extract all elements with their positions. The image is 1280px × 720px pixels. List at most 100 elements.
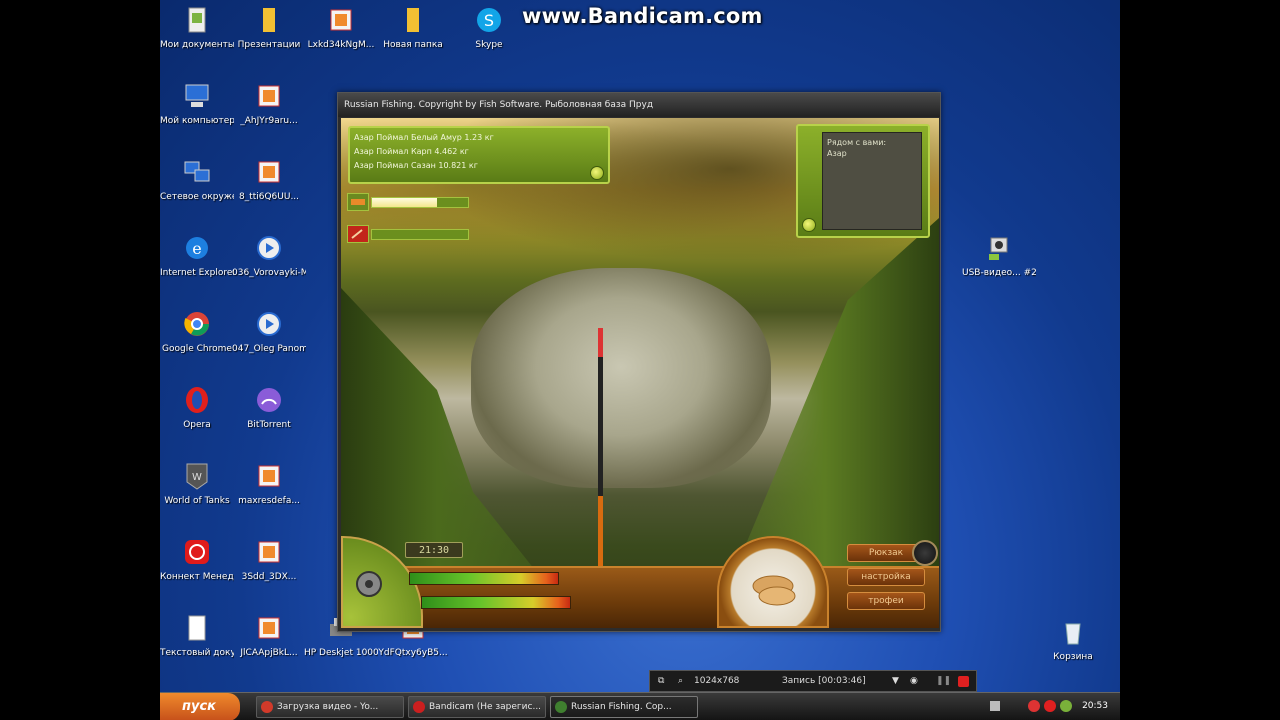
audio-file-icon: [257, 312, 281, 336]
network-icon: [184, 161, 210, 182]
icon-label: Корзина: [1053, 652, 1093, 662]
food-bar-fill: [372, 198, 438, 207]
desktop-icon-connect-manager[interactable]: Коннект Менеджер: [160, 536, 234, 583]
settings-button[interactable]: настройка: [847, 568, 925, 586]
clock[interactable]: 20:53: [1082, 701, 1108, 711]
icon-label: Мои документы: [160, 40, 234, 50]
bandicam-icon: [413, 701, 425, 713]
bottom-hud: 21:30 Рюкзак настройка трофеи: [341, 536, 939, 628]
image-file-icon: [258, 85, 280, 107]
desktop-icon-image-2[interactable]: 8_tti6Q6UU...: [232, 156, 306, 203]
desktop-icon-bittorrent[interactable]: BitTorrent: [232, 384, 306, 431]
start-button[interactable]: пуск: [160, 693, 240, 720]
reel-speed-bar: [421, 596, 571, 609]
task-button-chrome[interactable]: Загрузка видео - Yo...: [256, 696, 404, 718]
bait-bar: [347, 225, 471, 243]
bandicam-toolbar: ⧉ ⌕ 1024x768 Запись [00:03:46] ▼ ◉ ❚❚: [649, 670, 977, 692]
trophies-button[interactable]: трофеи: [847, 592, 925, 610]
window-title[interactable]: Russian Fishing. Copyright by Fish Softw…: [338, 93, 940, 117]
skype-icon: S: [477, 8, 501, 32]
tray-network-icon[interactable]: [1060, 700, 1072, 712]
nearby-toggle-button[interactable]: [802, 218, 816, 232]
desktop-icon-internet-explorer[interactable]: e Internet Explorer: [160, 232, 234, 279]
task-button-russian-fishing[interactable]: Russian Fishing. Cop...: [550, 696, 698, 718]
dropdown-icon[interactable]: ▼: [892, 671, 899, 692]
desktop-icon-text-document[interactable]: Текстовый документ.txt: [160, 612, 234, 659]
desktop-icon-presentations[interactable]: Презентации: [232, 4, 306, 51]
tray-monitor-icon[interactable]: [990, 701, 1000, 711]
tray-record-icon[interactable]: [1028, 700, 1040, 712]
window-mode-icon[interactable]: ⧉: [658, 671, 664, 692]
food-bar: [347, 193, 471, 211]
bittorrent-icon: [257, 388, 281, 412]
desktop-icon-my-documents[interactable]: Мои документы: [160, 4, 234, 51]
bait-slot[interactable]: [717, 536, 829, 628]
desktop-icon-image-6[interactable]: Lxkd34kNgM...: [304, 4, 378, 51]
icon-label: Lxkd34kNgM...: [307, 40, 375, 50]
desktop-icon-image-4[interactable]: 3Sdd_3DX...: [232, 536, 306, 583]
icon-label: JlCAApjBkL...: [240, 648, 298, 658]
fishing-rod[interactable]: [598, 328, 603, 568]
nearby-players-list: Рядом с вами: Азар: [822, 132, 922, 230]
desktop-icon-network[interactable]: Сетевое окружение: [160, 156, 234, 203]
icon-label: Текстовый документ.txt: [160, 648, 234, 658]
magnifier-icon[interactable]: ⌕: [678, 671, 683, 692]
desktop-icon-usb-video[interactable]: USB-видео... #2: [962, 232, 1036, 279]
folder-icon: [407, 8, 419, 32]
task-label: Russian Fishing. Cop...: [571, 702, 672, 712]
desktop-icon-audio-2[interactable]: 047_Oleg Panomov - ...: [232, 308, 306, 355]
desktop-icon-image-5[interactable]: JlCAApjBkL...: [232, 612, 306, 659]
opera-icon: [186, 387, 208, 413]
desktop-icon-recycle-bin[interactable]: Корзина: [1036, 616, 1110, 663]
desktop-icon-chrome[interactable]: Google Chrome: [160, 308, 234, 355]
my-computer-icon: [185, 84, 209, 107]
folder-icon: [263, 8, 275, 32]
nearby-title: Рядом с вами:: [827, 138, 887, 147]
icon-label: Internet Explorer: [160, 268, 234, 278]
image-file-icon: [258, 161, 280, 183]
icon-label: 3Sdd_3DX...: [241, 572, 297, 582]
icon-label: HP Deskjet 1000 J1...: [304, 648, 378, 658]
webcam-icon: [989, 237, 1008, 260]
desktop-icon-world-of-tanks[interactable]: W World of Tanks: [160, 460, 234, 507]
desktop-icon-image-1[interactable]: _AhJYr9aru...: [232, 80, 306, 127]
stop-record-icon[interactable]: [958, 676, 969, 687]
desktop-icon-opera[interactable]: Opera: [160, 384, 234, 431]
my-documents-icon: [188, 7, 206, 33]
fishing-scene[interactable]: Азар Поймал Белый Амур 1.23 кг Азар Пойм…: [341, 118, 939, 628]
icon-label: BitTorrent: [247, 420, 291, 430]
chrome-icon: [184, 312, 209, 336]
task-button-bandicam[interactable]: Bandicam (Не зарегис...: [408, 696, 546, 718]
icon-label: USB-видео... #2: [962, 268, 1036, 278]
camera-icon[interactable]: ◉: [910, 671, 918, 692]
desktop-icon-audio-1[interactable]: 036_Vorovayki-Motlki.mp3: [232, 232, 306, 279]
desktop-icon-image-3[interactable]: maxresdefa...: [232, 460, 306, 507]
compass-button[interactable]: [912, 540, 938, 566]
text-file-icon: [188, 615, 206, 641]
svg-text:S: S: [484, 11, 494, 30]
icon-label: Мой компьютер: [160, 116, 234, 126]
desktop-icon-skype[interactable]: S Skype: [452, 4, 526, 51]
reel-icon: [356, 571, 382, 597]
nearby-player[interactable]: Азар: [827, 148, 917, 159]
desktop-icon-my-computer[interactable]: Мой компьютер: [160, 80, 234, 127]
icon-label: _AhJYr9aru...: [240, 116, 298, 126]
catch-log-panel: Азар Поймал Белый Амур 1.23 кг Азар Пойм…: [348, 126, 610, 184]
game-clock: 21:30: [405, 542, 463, 558]
desktop: www.Bandicam.com Мои документы Мой компь…: [160, 0, 1120, 720]
image-file-icon: [258, 465, 280, 487]
svg-text:e: e: [192, 239, 201, 258]
catch-log-line: Азар Поймал Карп 4.462 кг: [354, 147, 469, 156]
image-file-icon: [258, 617, 280, 639]
desktop-icon-new-folder[interactable]: Новая папка: [376, 4, 450, 51]
line-tension-bar: [409, 572, 559, 585]
pause-icon[interactable]: ❚❚: [936, 671, 951, 692]
game-window[interactable]: Russian Fishing. Copyright by Fish Softw…: [337, 92, 941, 632]
recording-time: Запись [00:03:46]: [782, 676, 866, 686]
catch-log-toggle-button[interactable]: [590, 166, 604, 180]
icon-label: 8_tti6Q6UU...: [238, 192, 300, 202]
tray-antivirus-icon[interactable]: [1044, 700, 1056, 712]
bait-bar-track: [371, 229, 469, 240]
task-label: Загрузка видео - Yo...: [277, 702, 379, 712]
image-file-icon: [330, 9, 352, 31]
